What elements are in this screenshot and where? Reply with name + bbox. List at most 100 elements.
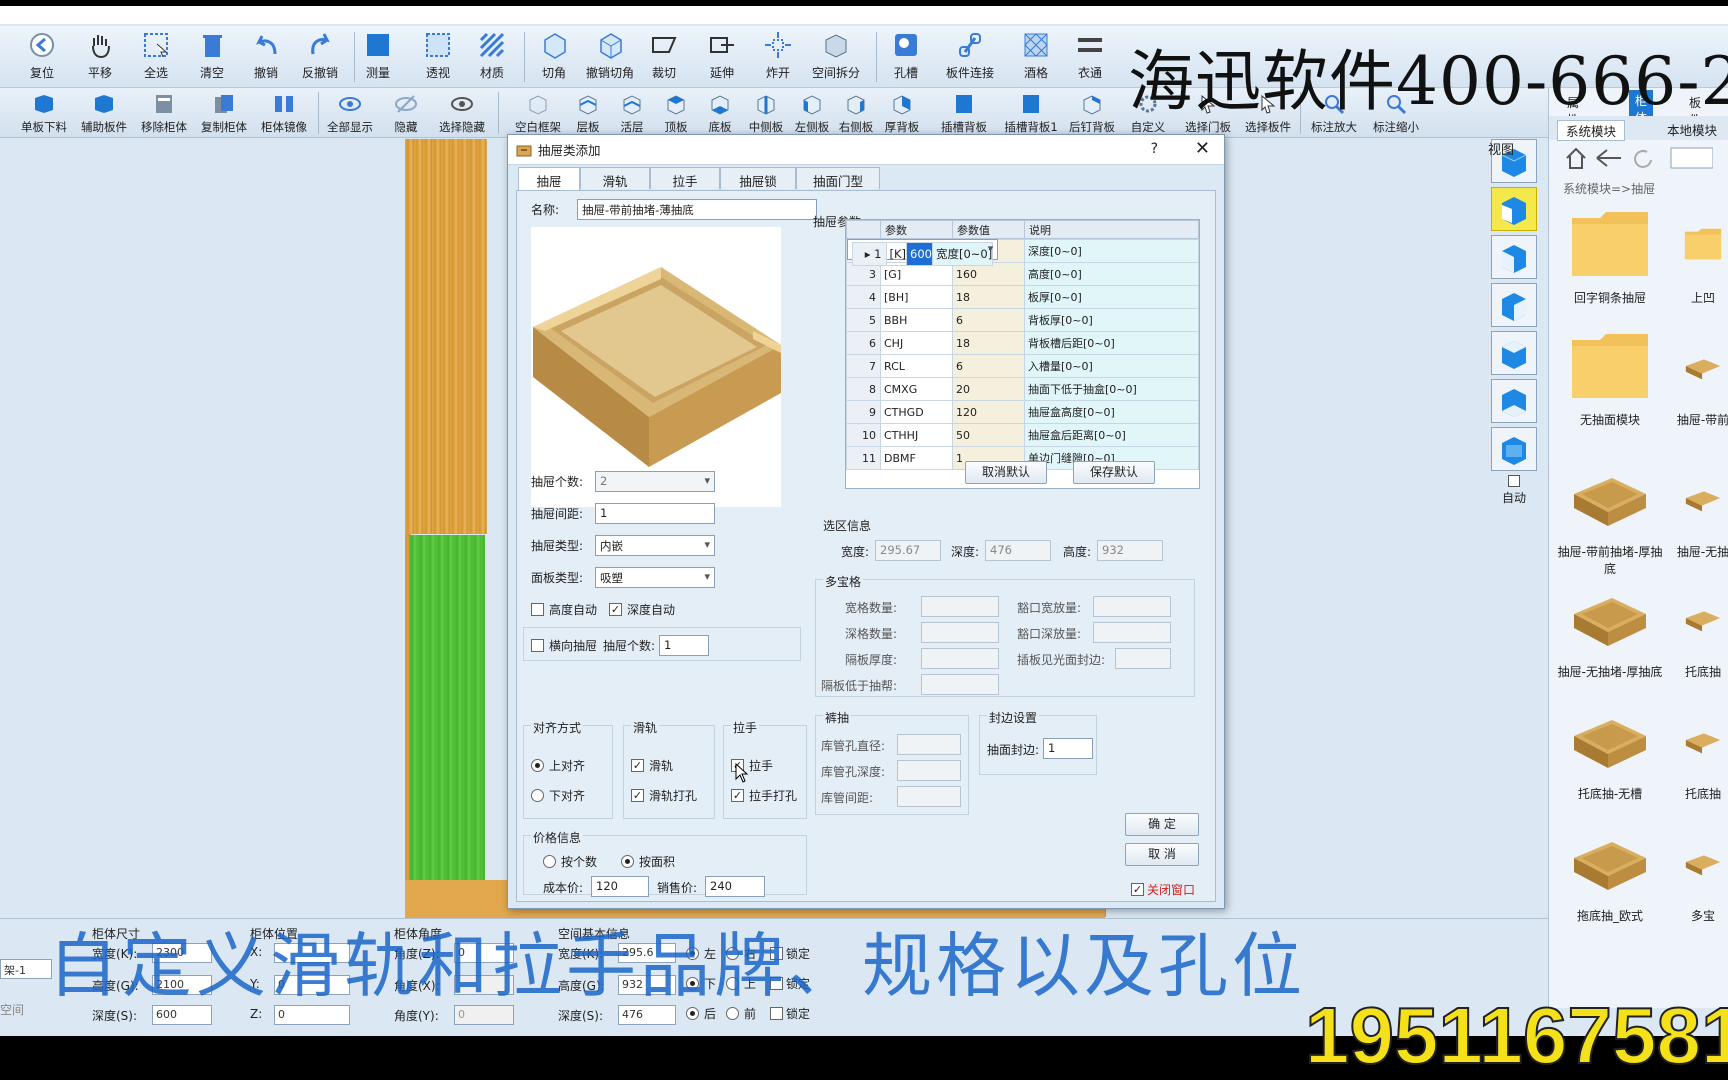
depth-auto-checkbox[interactable]: ✓ bbox=[609, 603, 622, 616]
cut-button[interactable]: 裁切 bbox=[636, 30, 692, 81]
drawer-gap-input[interactable]: 1 bbox=[595, 503, 715, 524]
hide-button[interactable]: 隐藏 bbox=[376, 92, 436, 135]
tab-drawer[interactable]: 抽屉 bbox=[518, 167, 580, 190]
table-row[interactable]: 9 CTHGD 120 抽屉盒高度[0~0] bbox=[846, 400, 1199, 424]
module-tile[interactable]: 抽屉-带前抽堵-厚抽底 bbox=[1555, 458, 1665, 577]
module-tile[interactable]: 上凹 bbox=[1673, 204, 1728, 306]
space-split-button[interactable]: 空间拆分 bbox=[806, 30, 866, 81]
price-by-count-radio[interactable] bbox=[543, 855, 556, 868]
table-row[interactable]: 8 CMXG 20 抽面下低于抽盒[0~0] bbox=[846, 377, 1199, 401]
nailed-back-button[interactable]: 后钉背板 bbox=[1062, 92, 1122, 135]
cancel-button[interactable]: 取 消 bbox=[1125, 843, 1199, 866]
param-value-cell[interactable]: 20 bbox=[952, 377, 1025, 401]
divider-lower-input[interactable] bbox=[921, 674, 999, 695]
board-connect-button[interactable]: 板件连接 bbox=[942, 30, 998, 81]
ok-button[interactable]: 确 定 bbox=[1125, 813, 1199, 836]
table-row[interactable]: ▸ 1 [K] 600 宽度[0~0] bbox=[846, 239, 999, 266]
table-row[interactable]: 6 CHJ 18 背板槽后距[0~0] bbox=[846, 331, 1199, 355]
module-tile[interactable]: 托底抽 bbox=[1673, 578, 1728, 680]
tab-drawer-lock[interactable]: 抽屉锁 bbox=[720, 167, 796, 189]
param-value-cell[interactable]: 600 bbox=[906, 242, 933, 266]
slide-hole-checkbox[interactable]: ✓ bbox=[631, 789, 644, 802]
auto-checkbox[interactable] bbox=[1508, 475, 1520, 487]
sale-input[interactable]: 240 bbox=[705, 876, 765, 897]
tab-slide[interactable]: 滑轨 bbox=[580, 167, 650, 189]
undo-chamfer-button[interactable]: 撤销切角 bbox=[582, 30, 638, 81]
params-table[interactable]: 参数 参数值 说明 ▸ 1[K]600宽度[0~0]2[S]400深度[0~0]… bbox=[845, 219, 1200, 489]
param-value-cell[interactable]: 18 bbox=[952, 285, 1025, 309]
material-button[interactable]: 材质 bbox=[464, 30, 520, 81]
module-tile[interactable]: 抽屉-无抽堵-厚抽底 bbox=[1555, 578, 1665, 680]
table-row[interactable]: 4 [BH] 18 板厚[0~0] bbox=[846, 285, 1199, 309]
mirror-cabinet-button[interactable]: 柜体镜像 bbox=[254, 92, 314, 135]
module-tile[interactable]: 托底抽-无槽 bbox=[1555, 700, 1665, 802]
auto-view-toggle[interactable]: 自动 bbox=[1488, 475, 1540, 506]
align-top-radio[interactable] bbox=[531, 759, 544, 772]
width-count-input[interactable] bbox=[921, 596, 999, 617]
undo-button[interactable]: 撤销 bbox=[238, 30, 294, 81]
select-hide-button[interactable]: 选择隐藏 bbox=[432, 92, 492, 135]
cost-input[interactable]: 120 bbox=[591, 876, 649, 897]
redo-button[interactable]: 反撤销 bbox=[292, 30, 348, 81]
explode-button[interactable]: 炸开 bbox=[750, 30, 806, 81]
clothes-rail-button[interactable]: 衣通 bbox=[1062, 30, 1118, 81]
hole-slot-button[interactable]: 孔槽 bbox=[878, 30, 934, 81]
drawer-count-select[interactable]: 2 bbox=[595, 471, 715, 492]
module-tile[interactable]: 抽屉-无抽 bbox=[1673, 458, 1728, 560]
module-tile[interactable]: 抽屉-带前 bbox=[1673, 326, 1728, 428]
close-button[interactable]: ✕ bbox=[1195, 138, 1210, 159]
help-button[interactable]: ? bbox=[1151, 141, 1158, 157]
copy-cabinet-button[interactable]: 复制柜体 bbox=[194, 92, 254, 135]
drawer-type-select[interactable]: 内嵌 bbox=[595, 535, 715, 556]
edge-input[interactable]: 1 bbox=[1043, 738, 1093, 759]
height-auto-checkbox[interactable] bbox=[531, 603, 544, 616]
module-tile[interactable]: 无抽面模块 bbox=[1555, 326, 1665, 428]
view-bottom-button[interactable] bbox=[1491, 379, 1537, 423]
depth-count-input[interactable] bbox=[921, 622, 999, 643]
hole-gap-input[interactable] bbox=[897, 786, 961, 807]
table-row[interactable]: 10 CTHHJ 50 抽屉盒后距离[0~0] bbox=[846, 423, 1199, 447]
view-back-button[interactable] bbox=[1491, 427, 1537, 471]
price-by-area-radio[interactable] bbox=[621, 855, 634, 868]
horizontal-count-input[interactable]: 1 bbox=[659, 635, 709, 656]
measure-button[interactable]: 测量 bbox=[350, 30, 406, 81]
hole-diameter-input[interactable] bbox=[897, 734, 961, 755]
horizontal-drawer-checkbox[interactable] bbox=[531, 639, 544, 652]
clear-button[interactable]: 清空 bbox=[184, 30, 240, 81]
param-value-cell[interactable]: 6 bbox=[952, 308, 1025, 332]
module-tile[interactable]: 回字铜条抽屉 bbox=[1555, 204, 1665, 306]
extend-button[interactable]: 延伸 bbox=[694, 30, 750, 81]
perspective-button[interactable]: 透视 bbox=[410, 30, 466, 81]
view-front-button[interactable] bbox=[1491, 187, 1537, 231]
cabinet-selected-space[interactable] bbox=[409, 535, 485, 883]
frame-name-field[interactable]: 架-1 bbox=[0, 959, 52, 979]
handle-hole-checkbox[interactable]: ✓ bbox=[731, 789, 744, 802]
table-row[interactable]: 7 RCL 6 入槽量[0~0] bbox=[846, 354, 1199, 378]
panel-type-select[interactable]: 吸塑 bbox=[595, 567, 715, 588]
view-right-button[interactable] bbox=[1491, 283, 1537, 327]
divider-thickness-input[interactable] bbox=[921, 648, 999, 669]
module-tile[interactable]: 拖底抽_欧式 bbox=[1555, 822, 1665, 924]
param-value-cell[interactable]: 6 bbox=[952, 354, 1025, 378]
module-tile[interactable]: 多宝 bbox=[1673, 822, 1728, 924]
insert-edge-input[interactable] bbox=[1115, 648, 1171, 669]
slot-back1-button[interactable]: 插槽背板1 bbox=[996, 92, 1066, 135]
opening-width-input[interactable] bbox=[1093, 596, 1171, 617]
view-left-button[interactable] bbox=[1491, 235, 1537, 279]
slide-checkbox[interactable]: ✓ bbox=[631, 759, 644, 772]
select-all-button[interactable]: 全选 bbox=[128, 30, 184, 81]
pan-button[interactable]: 平移 bbox=[72, 30, 128, 81]
tab-handle[interactable]: 拉手 bbox=[650, 167, 720, 189]
wine-grid-button[interactable]: 酒格 bbox=[1008, 30, 1064, 81]
aux-board-button[interactable]: 辅助板件 bbox=[74, 92, 134, 135]
name-input[interactable]: 抽屉-带前抽堵-薄抽底 bbox=[577, 199, 817, 220]
show-all-button[interactable]: 全部显示 bbox=[320, 92, 380, 135]
remove-cabinet-button[interactable]: 移除柜体 bbox=[134, 92, 194, 135]
param-value-cell[interactable]: 18 bbox=[952, 331, 1025, 355]
single-board-button[interactable]: 单板下料 bbox=[14, 92, 74, 135]
reset-button[interactable]: 复位 bbox=[14, 30, 70, 81]
view-top-button[interactable] bbox=[1491, 331, 1537, 375]
param-value-cell[interactable]: 120 bbox=[952, 400, 1025, 424]
opening-depth-input[interactable] bbox=[1093, 622, 1171, 643]
module-tile[interactable]: 托底抽 bbox=[1673, 700, 1728, 802]
